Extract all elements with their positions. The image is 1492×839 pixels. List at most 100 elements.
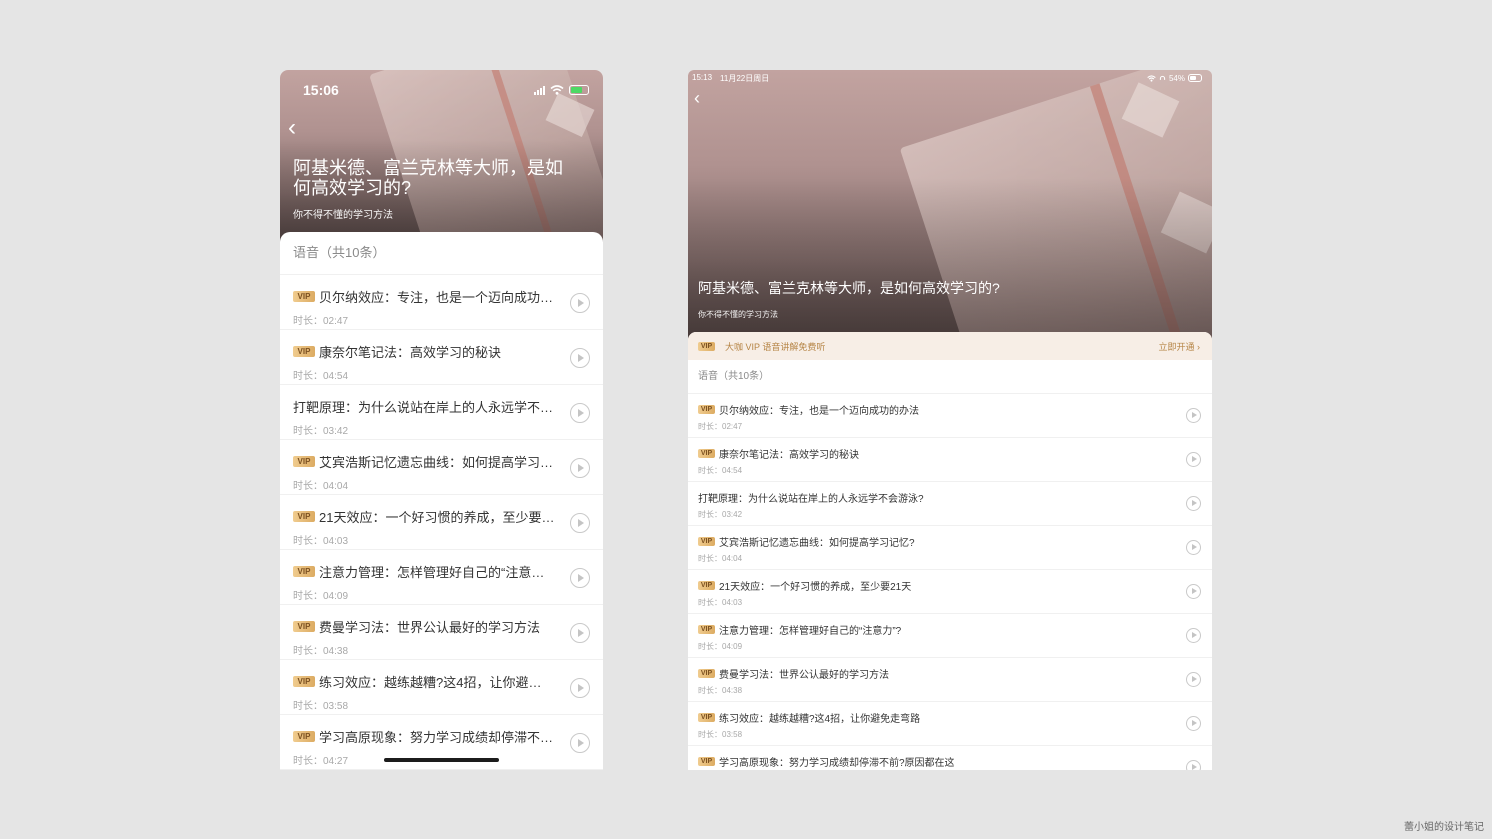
play-icon[interactable] bbox=[570, 348, 590, 368]
audio-item-duration: 时长：04:04 bbox=[293, 481, 349, 492]
play-icon[interactable] bbox=[1186, 496, 1201, 511]
section-header: 语音（共10条） bbox=[688, 360, 1212, 394]
play-icon[interactable] bbox=[1186, 540, 1201, 555]
audio-list-item[interactable]: VIP 艾宾浩斯记忆遗忘曲线：如何提高学习… 时长：04:04 bbox=[280, 440, 603, 495]
battery-percent: 54% bbox=[1168, 73, 1185, 83]
audio-item-duration: 时长：04:54 bbox=[293, 371, 349, 382]
status-bar: 15:06 bbox=[280, 80, 603, 100]
signal-icon bbox=[534, 85, 545, 95]
page-subtitle: 你不得不懂的学习方法 bbox=[293, 210, 393, 221]
audio-item-title-row: VIP 注意力管理：怎样管理好自己的“注意力”? bbox=[698, 614, 1118, 637]
audio-item-duration: 时长：03:42 bbox=[698, 510, 743, 519]
play-icon[interactable] bbox=[570, 568, 590, 588]
battery-icon bbox=[1188, 74, 1202, 82]
audio-list-item[interactable]: VIP 贝尔纳效应：专注，也是一个迈向成功… 时长：02:47 bbox=[280, 275, 603, 330]
play-icon[interactable] bbox=[570, 623, 590, 643]
play-icon[interactable] bbox=[570, 678, 590, 698]
audio-item-duration: 时长：04:54 bbox=[698, 466, 743, 475]
audio-item-duration: 时长：04:03 bbox=[698, 598, 743, 607]
audio-item-title-row: VIP 康奈尔笔记法：高效学习的秘诀 bbox=[698, 438, 1118, 461]
vip-badge: VIP bbox=[698, 341, 715, 351]
play-icon[interactable] bbox=[570, 403, 590, 423]
audio-list-item[interactable]: VIP 学习高原现象：努力学习成绩却停滞不前?原因都在这 bbox=[688, 746, 1212, 770]
audio-list-item[interactable]: VIP 练习效应：越练越糟?这4招，让你避免走弯路 时长：03:58 bbox=[688, 702, 1212, 746]
audio-list-item[interactable]: VIP 练习效应：越练越糟?这4招，让你避… 时长：03:58 bbox=[280, 660, 603, 715]
audio-item-title-row: VIP 费曼学习法：世界公认最好的学习方法 bbox=[698, 658, 1118, 681]
audio-item-title-row: VIP 艾宾浩斯记忆遗忘曲线：如何提高学习记忆? bbox=[698, 526, 1118, 549]
audio-list: VIP 贝尔纳效应：专注，也是一个迈向成功… 时长：02:47 VIP 康奈尔笔记法：高… bbox=[280, 275, 603, 770]
audio-list-item[interactable]: VIP 康奈尔笔记法：高效学习的秘诀时长：04:54 bbox=[280, 330, 603, 385]
status-date: 11月22日周日 bbox=[720, 73, 770, 83]
page-title: 阿基米德、富兰克林等大师，是如何高效学习的? bbox=[293, 158, 563, 198]
page-title: 阿基米德、富兰克林等大师，是如何高效学习的? bbox=[698, 280, 1000, 296]
section-header: 语音（共10条） bbox=[280, 232, 603, 275]
vip-badge: VIP bbox=[698, 757, 715, 766]
play-icon[interactable] bbox=[1186, 628, 1201, 643]
play-icon[interactable] bbox=[1186, 584, 1201, 599]
audio-list-item[interactable]: VIP 贝尔纳效应：专注，也是一个迈向成功的办法时长：02:47 bbox=[688, 394, 1212, 438]
vip-badge: VIP bbox=[293, 456, 315, 467]
audio-item-title: 艾宾浩斯记忆遗忘曲线：如何提高学习… bbox=[319, 455, 554, 470]
audio-list-item[interactable]: VIP 21天效应：一个好习惯的养成，至少要… 时长：04:03 bbox=[280, 495, 603, 550]
audio-item-duration: 时长：04:09 bbox=[698, 642, 743, 651]
audio-item-title: 艾宾浩斯记忆遗忘曲线：如何提高学习记忆? bbox=[719, 538, 915, 549]
audio-item-title: 21天效应：一个好习惯的养成，至少要… bbox=[319, 510, 555, 525]
audio-item-title: 贝尔纳效应：专注，也是一个迈向成功… bbox=[319, 290, 554, 305]
audio-item-title: 注意力管理：怎样管理好自己的“注意… bbox=[319, 565, 545, 580]
vip-badge: VIP bbox=[698, 405, 715, 414]
play-icon[interactable] bbox=[1186, 760, 1201, 770]
vip-badge: VIP bbox=[293, 621, 315, 632]
wifi-icon bbox=[550, 85, 564, 95]
audio-item-title: 康奈尔笔记法：高效学习的秘诀 bbox=[719, 450, 859, 461]
back-chevron-icon[interactable]: ‹ bbox=[694, 88, 700, 109]
audio-list-item[interactable]: VIP 注意力管理：怎样管理好自己的“注意力”? 时长：04:09 bbox=[688, 614, 1212, 658]
audio-list-item[interactable]: VIP 注意力管理：怎样管理好自己的“注意… 时长：04:09 bbox=[280, 550, 603, 605]
vip-badge: VIP bbox=[698, 669, 715, 678]
watermark: 蕾小姐的设计笔记 bbox=[1404, 822, 1484, 833]
audio-item-title-row: VIP 贝尔纳效应：专注，也是一个迈向成功… bbox=[293, 275, 555, 306]
audio-item-title: 打靶原理：为什么说站在岸上的人永远学不会游泳? bbox=[698, 494, 924, 505]
play-icon[interactable] bbox=[1186, 408, 1201, 423]
audio-item-title-row: VIP 康奈尔笔记法：高效学习的秘诀 bbox=[293, 330, 555, 361]
audio-list-item[interactable]: 打靶原理：为什么说站在岸上的人永远学不会游泳? 时长：03:42 bbox=[688, 482, 1212, 526]
audio-item-title-row: VIP 21天效应：一个好习惯的养成，至少要21天 bbox=[698, 570, 1118, 593]
audio-item-duration: 时长：04:09 bbox=[293, 591, 349, 602]
audio-item-duration: 时长：04:38 bbox=[698, 686, 743, 695]
vip-badge: VIP bbox=[698, 537, 715, 546]
audio-list-item[interactable]: VIP 艾宾浩斯记忆遗忘曲线：如何提高学习记忆? 时长：04:04 bbox=[688, 526, 1212, 570]
audio-list-item[interactable]: VIP 21天效应：一个好习惯的养成，至少要21天时长：04:03 bbox=[688, 570, 1212, 614]
play-icon[interactable] bbox=[1186, 452, 1201, 467]
audio-item-title: 费曼学习法：世界公认最好的学习方法 bbox=[319, 620, 541, 635]
audio-item-title-row: 打靶原理：为什么说站在岸上的人永远学不会游泳? bbox=[698, 482, 1118, 505]
play-icon[interactable] bbox=[1186, 672, 1201, 687]
phone-screen: 15:06 ‹ 阿基米德、富兰克林等大师，是如何高效学习的? 你不得不懂的学习方… bbox=[280, 70, 603, 770]
audio-item-title-row: VIP 贝尔纳效应：专注，也是一个迈向成功的办法 bbox=[698, 394, 1118, 417]
audio-list-item[interactable]: VIP 费曼学习法：世界公认最好的学习方法 时长：04:38 bbox=[280, 605, 603, 660]
play-icon[interactable] bbox=[570, 458, 590, 478]
audio-item-title: 练习效应：越练越糟?这4招，让你避… bbox=[319, 675, 542, 690]
audio-list-item[interactable]: 打靶原理：为什么说站在岸上的人永远学不… 时长：03:42 bbox=[280, 385, 603, 440]
audio-item-title-row: VIP 练习效应：越练越糟?这4招，让你避… bbox=[293, 660, 555, 691]
hero-banner bbox=[688, 70, 1212, 340]
vip-open-link[interactable]: 立即开通 › bbox=[1159, 340, 1201, 353]
home-indicator bbox=[384, 758, 499, 762]
audio-list-item[interactable]: VIP 康奈尔笔记法：高效学习的秘诀时长：04:54 bbox=[688, 438, 1212, 482]
play-icon[interactable] bbox=[1186, 716, 1201, 731]
audio-list-panel: VIP 大咖 VIP 语音讲解免费听 立即开通 › 语音（共10条） VIP 贝尔… bbox=[688, 332, 1212, 770]
audio-item-title-row: VIP 学习高原现象：努力学习成绩却停滞不… bbox=[293, 715, 555, 746]
vip-promo-banner[interactable]: VIP 大咖 VIP 语音讲解免费听 立即开通 › bbox=[688, 332, 1212, 360]
page-subtitle: 你不得不懂的学习方法 bbox=[698, 310, 778, 319]
back-chevron-icon[interactable]: ‹ bbox=[288, 114, 296, 142]
play-icon[interactable] bbox=[570, 733, 590, 753]
audio-item-title: 学习高原现象：努力学习成绩却停滞不… bbox=[319, 730, 554, 745]
audio-item-duration: 时长：03:42 bbox=[293, 426, 349, 437]
play-icon[interactable] bbox=[570, 513, 590, 533]
audio-item-title-row: VIP 注意力管理：怎样管理好自己的“注意… bbox=[293, 550, 555, 581]
audio-item-duration: 时长：02:47 bbox=[698, 422, 743, 431]
headphones-icon bbox=[1159, 75, 1166, 80]
audio-list-item[interactable]: VIP 费曼学习法：世界公认最好的学习方法时长：04:38 bbox=[688, 658, 1212, 702]
audio-item-title: 打靶原理：为什么说站在岸上的人永远学不… bbox=[293, 400, 554, 415]
play-icon[interactable] bbox=[570, 293, 590, 313]
audio-item-title: 21天效应：一个好习惯的养成，至少要21天 bbox=[719, 582, 912, 593]
audio-list: VIP 贝尔纳效应：专注，也是一个迈向成功的办法 时长：02:47 VIP 康奈尔笔记法… bbox=[688, 394, 1212, 770]
